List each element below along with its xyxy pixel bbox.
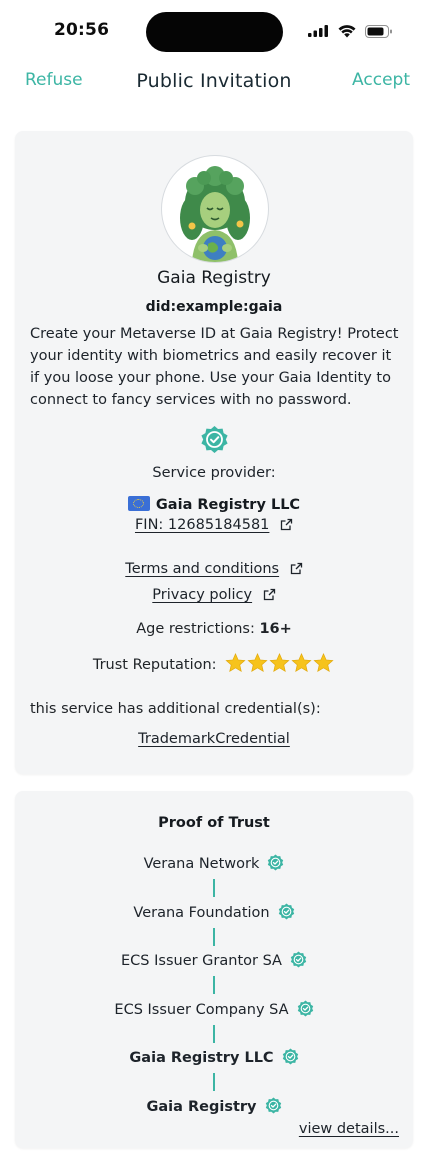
trust-reputation: Trust Reputation: [15, 653, 413, 677]
privacy-link[interactable]: Privacy policy [15, 587, 413, 603]
star-icon [225, 653, 246, 672]
check-badge-icon [297, 1000, 313, 1017]
terms-link[interactable]: Terms and conditions [15, 561, 413, 577]
trust-label: Trust Reputation: [92, 657, 217, 673]
star-icon [269, 653, 290, 672]
trust-chain-connector [213, 1073, 215, 1091]
status-time: 20:56 [54, 20, 110, 40]
star-icon [313, 653, 334, 672]
service-did: did:example:gaia [145, 299, 283, 315]
proof-of-trust-card [15, 791, 413, 1148]
additional-credentials-text: this service has additional credential(s… [30, 701, 321, 717]
trust-chain-connector [213, 928, 215, 946]
trust-chain-name: Verana Network [143, 856, 260, 872]
service-provider-label: Service provider: [152, 465, 276, 481]
proof-of-trust-title: Proof of Trust [158, 815, 270, 831]
age-value: 16+ [259, 621, 292, 637]
trust-chain-name: Verana Foundation [133, 905, 270, 921]
trust-chain-name: ECS Issuer Grantor SA [121, 953, 282, 969]
trust-chain-name: Gaia Registry LLC [129, 1050, 274, 1066]
dynamic-island [146, 12, 283, 52]
provider-name-text: Gaia Registry LLC [155, 497, 301, 513]
credential-link[interactable]: TrademarkCredential [15, 731, 413, 747]
trust-chain-item: Verana Foundation [15, 903, 413, 921]
signal-icon [308, 25, 328, 37]
trust-chain-item: Gaia Registry LLC [15, 1048, 413, 1066]
external-link-icon[interactable] [280, 518, 293, 531]
view-details-text[interactable]: view details... [299, 1121, 399, 1137]
privacy-text[interactable]: Privacy policy [152, 587, 252, 603]
check-badge-icon [282, 1048, 298, 1065]
eu-flag-icon [127, 496, 150, 511]
trust-chain-connector [213, 1025, 215, 1043]
battery-icon [365, 25, 392, 38]
service-avatar [161, 155, 269, 263]
fin-text[interactable]: FIN: 12685184581 [135, 517, 269, 533]
credential-text[interactable]: TrademarkCredential [138, 731, 290, 747]
trust-chain-connector [213, 976, 215, 994]
gaia-logo-icon [180, 166, 250, 262]
star-icon [247, 653, 268, 672]
wifi-icon [338, 25, 356, 38]
terms-text[interactable]: Terms and conditions [125, 561, 279, 577]
service-name: Gaia Registry [157, 268, 271, 288]
trust-chain-connector [213, 879, 215, 897]
service-provider-name: Gaia Registry LLC [15, 496, 413, 513]
trust-chain-item: Verana Network [15, 854, 413, 872]
age-label: Age restrictions: [136, 621, 255, 637]
external-link-icon[interactable] [290, 562, 303, 575]
accept-button[interactable]: Accept [352, 70, 410, 90]
trust-chain-name: Gaia Registry [146, 1099, 257, 1115]
external-link-icon[interactable] [263, 588, 276, 601]
check-badge-icon [265, 1097, 281, 1114]
check-badge-icon [278, 903, 294, 920]
verified-badge-icon [201, 426, 228, 453]
trust-chain-item: Gaia Registry [15, 1097, 413, 1115]
trust-chain-item: ECS Issuer Grantor SA [15, 951, 413, 969]
check-badge-icon [290, 951, 307, 968]
star-rating [225, 653, 335, 677]
star-icon [291, 653, 312, 672]
age-restriction: Age restrictions: 16+ [15, 621, 413, 637]
check-badge-icon [268, 854, 284, 871]
trust-chain-item: ECS Issuer Company SA [15, 1000, 413, 1018]
view-details-link[interactable]: view details... [299, 1121, 399, 1137]
trust-chain-name: ECS Issuer Company SA [114, 1002, 289, 1018]
service-description: Create your Metaverse ID at Gaia Registr… [30, 326, 399, 408]
fin-link[interactable]: FIN: 12685184581 [15, 517, 413, 533]
